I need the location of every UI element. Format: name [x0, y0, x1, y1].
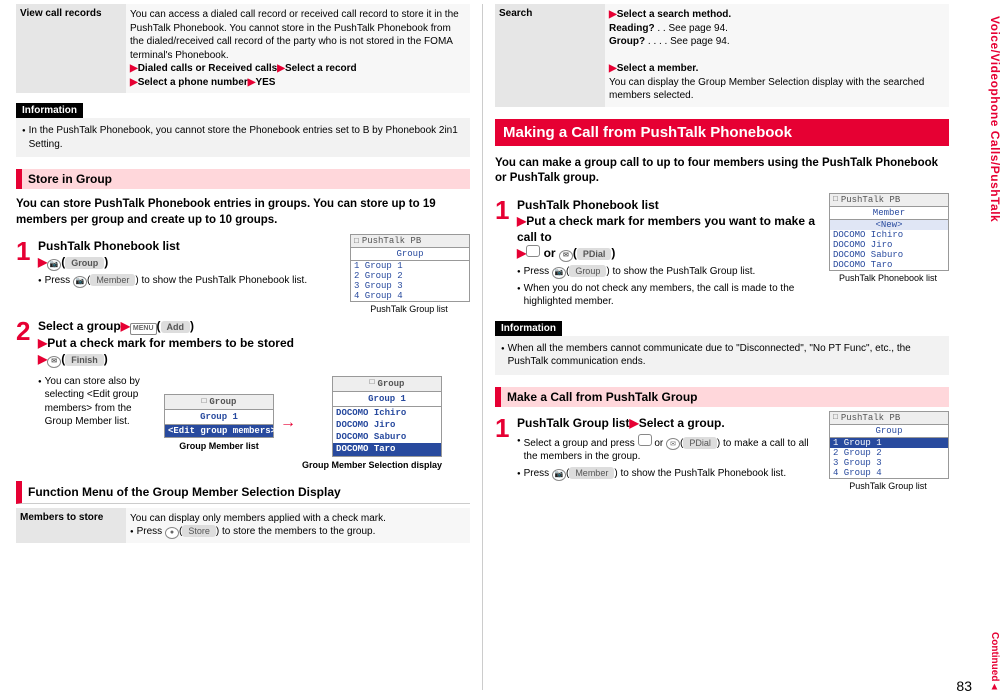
group-member-selection-screenshot: Group Group 1 DOCOMO Ichiro DOCOMO Jiro … — [332, 376, 442, 457]
menu-key-icon: MENU — [130, 323, 157, 335]
pdial-softkey: PDial — [577, 248, 612, 260]
triangle-icon: ▶ — [38, 255, 47, 269]
step-number-1: 1 — [495, 197, 517, 309]
pushtalk-phonebook-list-screenshot: PushTalk PB Member <New> DOCOMO Ichiro D… — [829, 193, 949, 271]
right-column: Search ▶Select a search method. Reading?… — [487, 4, 957, 690]
group-member-list-screenshot: Group Group 1 <Edit group members> — [164, 394, 274, 438]
step-number-1: 1 — [16, 238, 38, 288]
side-tab: Voice/Videophone Calls/PushTalk — [986, 10, 1004, 228]
triangle-icon: ▶ — [130, 77, 138, 88]
view-call-desc: You can access a dialed call record or r… — [126, 4, 470, 93]
screenshot-caption: PushTalk Group list — [348, 304, 470, 314]
step-number-1: 1 — [495, 415, 517, 481]
triangle-icon: ▶ — [38, 352, 47, 366]
store-lead: You can store PushTalk Phonebook entries… — [16, 197, 470, 228]
finish-softkey: Finish — [65, 354, 104, 366]
triangle-icon: ▶ — [517, 246, 526, 260]
member-softkey: Member — [90, 274, 135, 286]
group-softkey: Group — [65, 257, 104, 269]
member-softkey: Member — [569, 467, 614, 479]
left-column: View call records You can access a diale… — [8, 4, 478, 690]
triangle-icon: ▶ — [130, 63, 138, 74]
page-number: 83 — [956, 678, 972, 694]
screenshot-caption: Group Member Selection display — [302, 459, 442, 471]
members-to-store-row: Members to store You can display only me… — [16, 508, 470, 543]
pushtalk-group-list-screenshot: PushTalk PB Group 1 Group 1 2 Group 2 3 … — [350, 234, 470, 302]
triangle-icon: ▶ — [121, 319, 130, 333]
camera-key-icon: 📷 — [73, 276, 87, 288]
step-1: 1 PushTalk Phonebook list ▶📷(Group) Pres… — [16, 238, 342, 288]
store-softkey: Store — [182, 525, 216, 537]
triangle-icon: ▶ — [38, 336, 47, 350]
members-to-store-desc: You can display only members applied wit… — [126, 508, 470, 543]
triangle-icon: ▶ — [277, 63, 285, 74]
pushtalk-group-list-screenshot-2: PushTalk PB Group 1 Group 1 2 Group 2 3 … — [829, 411, 949, 479]
mail-key-icon: ✉ — [47, 356, 61, 368]
members-to-store-label: Members to store — [16, 508, 126, 543]
screenshot-caption: PushTalk Group list — [827, 481, 949, 491]
view-call-label: View call records — [16, 4, 126, 93]
camera-key-icon: 📷 — [47, 259, 61, 271]
group-softkey: Group — [569, 265, 606, 277]
making-call-heading: Making a Call from PushTalk Phonebook — [495, 119, 949, 146]
information-body-2: When all the members cannot communicate … — [495, 336, 949, 375]
step-number-2: 2 — [16, 318, 38, 471]
continued-label: Continued▲ — [989, 632, 1000, 692]
triangle-icon: ▶ — [517, 214, 526, 228]
column-separator — [482, 4, 483, 690]
camera-key-icon: 📷 — [552, 469, 566, 481]
ptt-key-icon — [526, 245, 540, 257]
pdial-softkey: PDial — [683, 437, 717, 449]
make-call-step-1: 1 PushTalk Group list▶Select a group. Se… — [495, 415, 821, 481]
screenshot-caption: Group Member list — [164, 440, 274, 452]
continued-arrow-icon: ▲ — [989, 681, 1000, 692]
screenshot-caption: PushTalk Phonebook list — [827, 273, 949, 283]
ptt-key-icon — [638, 434, 652, 446]
search-desc: ▶Select a search method. Reading? . . Se… — [605, 4, 949, 107]
search-row: Search ▶Select a search method. Reading?… — [495, 4, 949, 107]
search-label: Search — [495, 4, 605, 107]
arrow-right-icon: → — [280, 412, 296, 434]
function-menu-heading: Function Menu of the Group Member Select… — [16, 481, 470, 504]
make-call-group-heading: Make a Call from PushTalk Group — [495, 387, 949, 407]
triangle-icon: ▶ — [609, 63, 617, 74]
triangle-icon: ▶ — [629, 416, 638, 430]
triangle-icon: ▶ — [609, 9, 617, 20]
mail-key-icon: ✉ — [666, 438, 680, 450]
right-step-1: 1 PushTalk Phonebook list ▶Put a check m… — [495, 197, 821, 309]
view-call-records-row: View call records You can access a diale… — [16, 4, 470, 93]
information-body-1: In the PushTalk Phonebook, you cannot st… — [16, 118, 470, 157]
making-call-lead: You can make a group call to up to four … — [495, 156, 949, 187]
store-in-group-heading: Store in Group — [16, 169, 470, 189]
information-heading: Information — [16, 103, 83, 118]
camera-key-icon: 📷 — [552, 267, 566, 279]
information-heading: Information — [495, 321, 562, 336]
center-key-icon: ● — [165, 527, 179, 539]
add-softkey: Add — [161, 321, 191, 333]
step-2: 2 Select a group▶MENU(Add) ▶Put a check … — [16, 318, 470, 471]
mail-key-icon: ✉ — [559, 250, 573, 262]
